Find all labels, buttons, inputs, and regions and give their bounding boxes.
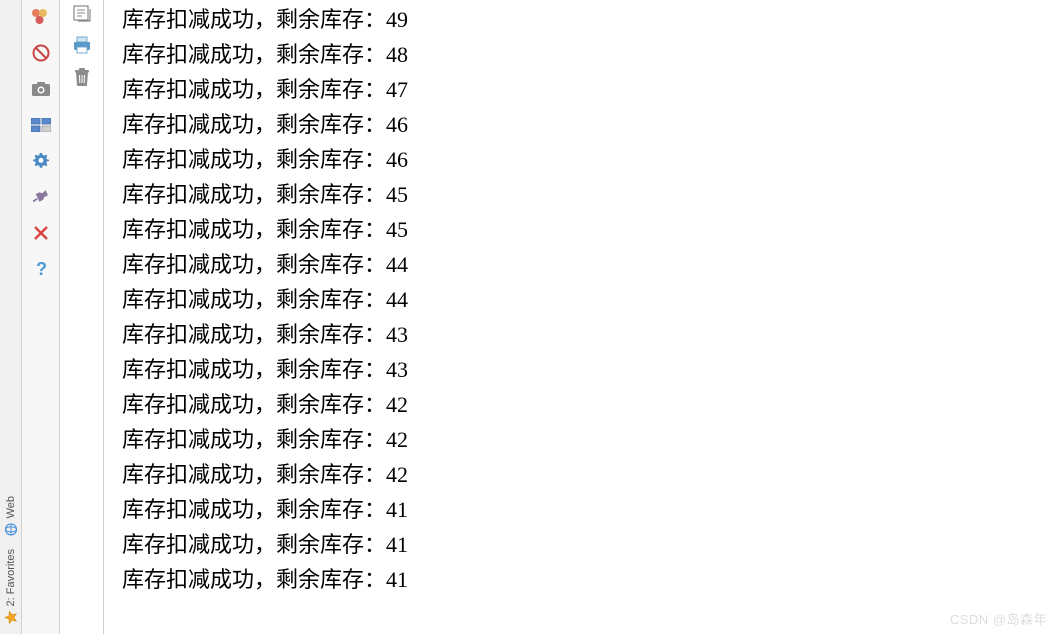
console-line: 库存扣减成功，剩余库存：43 [122,317,1057,352]
vertical-tab-bar: Web 2: Favorites [0,0,22,634]
gear-icon [32,152,50,170]
trash-button[interactable] [71,66,93,88]
scroll-icon [72,3,92,23]
breakpoints-icon [31,8,51,26]
camera-icon [31,81,51,97]
console-line: 库存扣减成功，剩余库存：42 [122,422,1057,457]
console-line: 库存扣减成功，剩余库存：42 [122,387,1057,422]
help-button[interactable]: ? [30,258,52,280]
camera-button[interactable] [30,78,52,100]
print-button[interactable] [71,34,93,56]
console-line: 库存扣减成功，剩余库存：44 [122,282,1057,317]
tab-web-label: Web [5,496,17,518]
pin-icon [33,188,49,206]
console-line: 库存扣减成功，剩余库存：41 [122,492,1057,527]
console-line: 库存扣减成功，剩余库存：41 [122,562,1057,597]
console-line: 库存扣减成功，剩余库存：43 [122,352,1057,387]
console-line: 库存扣减成功，剩余库存：48 [122,37,1057,72]
console-line: 库存扣减成功，剩余库存：49 [122,2,1057,37]
console-line: 库存扣减成功，剩余库存：46 [122,107,1057,142]
left-toolbar: ? [22,0,60,634]
web-icon [4,523,18,537]
console-line: 库存扣减成功，剩余库存：44 [122,247,1057,282]
close-icon [33,225,49,241]
pin-button[interactable] [30,186,52,208]
scroll-button[interactable] [71,2,93,24]
stop-button[interactable] [30,42,52,64]
tab-favorites-label: 2: Favorites [5,549,17,606]
secondary-toolbar [60,0,104,634]
stop-icon [32,44,50,62]
console-line: 库存扣减成功，剩余库存：47 [122,72,1057,107]
trash-icon [74,67,90,87]
console-line: 库存扣减成功，剩余库存：41 [122,527,1057,562]
console-line: 库存扣减成功，剩余库存：42 [122,457,1057,492]
console-line: 库存扣减成功，剩余库存：45 [122,212,1057,247]
close-button[interactable] [30,222,52,244]
star-icon [4,610,18,624]
svg-text:?: ? [36,259,47,279]
help-icon: ? [34,259,48,279]
console-output: 库存扣减成功，剩余库存：49库存扣减成功，剩余库存：48库存扣减成功，剩余库存：… [104,0,1057,634]
console-line: 库存扣减成功，剩余库存：46 [122,142,1057,177]
tab-web[interactable]: Web [2,490,20,542]
tab-favorites[interactable]: 2: Favorites [2,543,20,630]
console-line: 库存扣减成功，剩余库存：45 [122,177,1057,212]
layout-button[interactable] [30,114,52,136]
settings-button[interactable] [30,150,52,172]
print-icon [72,36,92,54]
breakpoints-button[interactable] [30,6,52,28]
layout-icon [31,118,51,132]
